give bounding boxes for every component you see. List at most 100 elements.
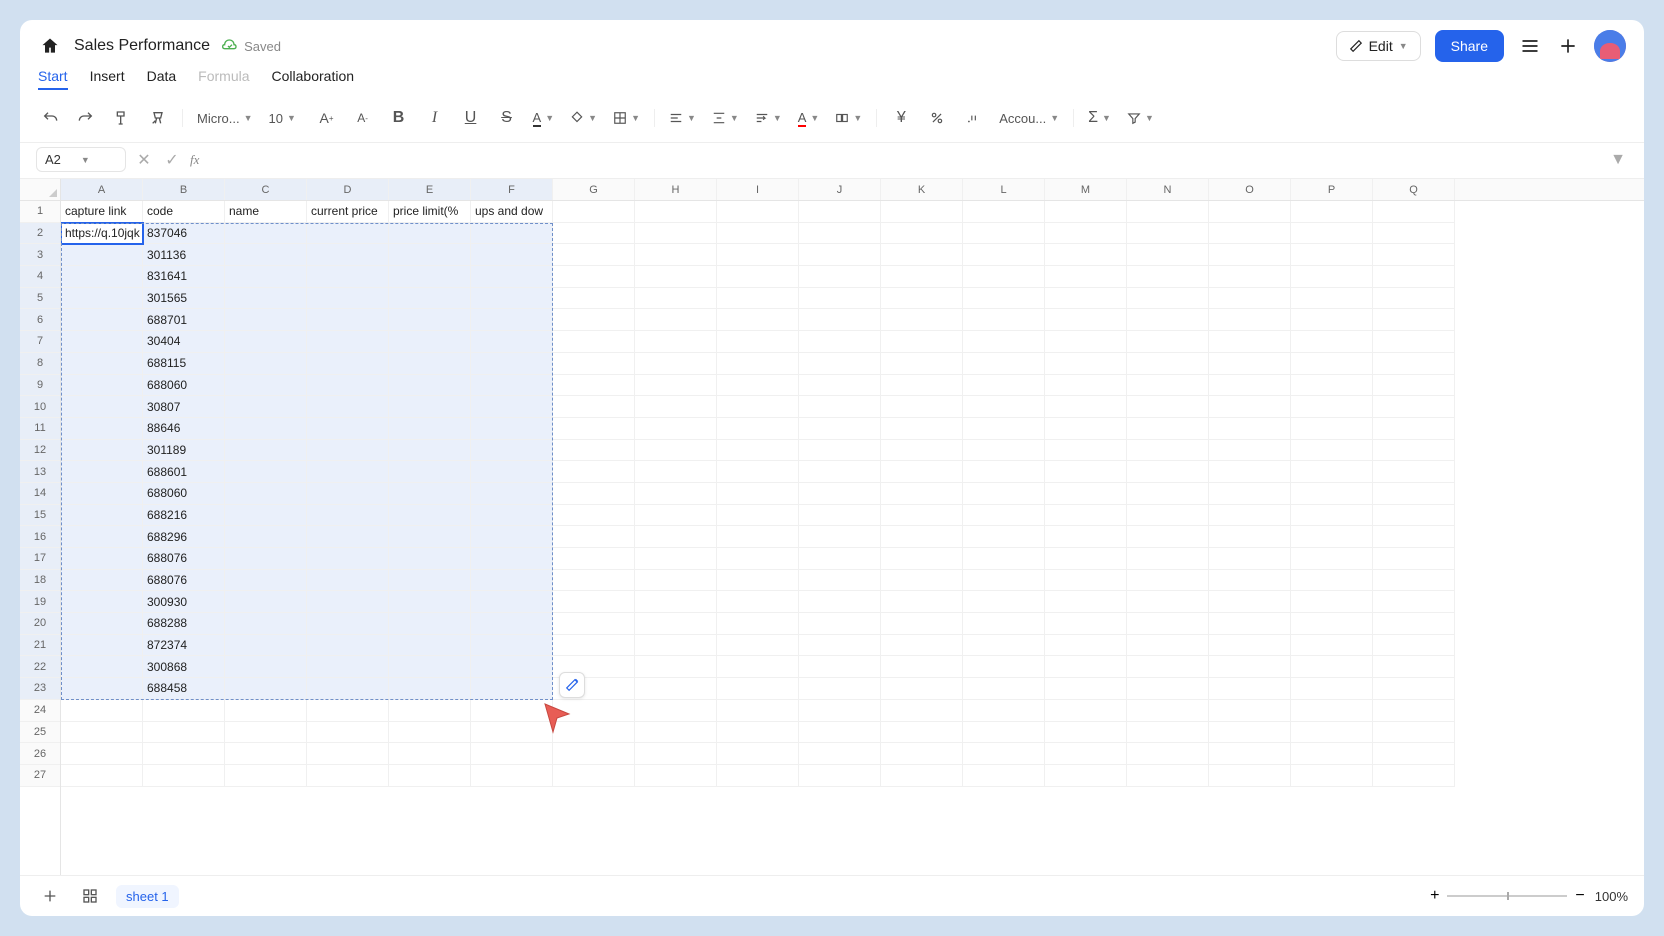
cell[interactable] <box>717 505 799 527</box>
cell[interactable] <box>1291 266 1373 288</box>
cell[interactable] <box>635 591 717 613</box>
cell[interactable] <box>225 440 307 462</box>
formula-input[interactable] <box>207 152 1600 167</box>
share-button[interactable]: Share <box>1435 30 1504 62</box>
cell[interactable] <box>1209 223 1291 245</box>
cell[interactable] <box>799 461 881 483</box>
cell[interactable] <box>553 288 635 310</box>
cell[interactable] <box>553 353 635 375</box>
cell[interactable]: 688076 <box>143 570 225 592</box>
cell[interactable] <box>799 570 881 592</box>
cell[interactable] <box>307 613 389 635</box>
grid-body[interactable]: capture linkcodenamecurrent priceprice l… <box>61 201 1644 787</box>
cell[interactable] <box>881 483 963 505</box>
cell[interactable] <box>799 526 881 548</box>
cell[interactable] <box>717 244 799 266</box>
cell[interactable] <box>1127 244 1209 266</box>
cell[interactable] <box>635 461 717 483</box>
cell[interactable] <box>61 309 143 331</box>
cell[interactable] <box>799 635 881 657</box>
cell[interactable] <box>717 201 799 223</box>
cell[interactable] <box>553 548 635 570</box>
cell[interactable] <box>553 765 635 787</box>
row-header[interactable]: 2 <box>20 223 60 245</box>
cell[interactable] <box>225 722 307 744</box>
sheet-tab[interactable]: sheet 1 <box>116 885 179 908</box>
cell[interactable] <box>1045 526 1127 548</box>
cell[interactable] <box>307 505 389 527</box>
cell[interactable] <box>1127 591 1209 613</box>
cell[interactable] <box>553 418 635 440</box>
cell[interactable] <box>1127 765 1209 787</box>
smart-fill-icon[interactable] <box>559 672 585 698</box>
cell[interactable] <box>61 418 143 440</box>
cell[interactable] <box>1045 288 1127 310</box>
cell[interactable]: 688115 <box>143 353 225 375</box>
cell[interactable] <box>881 570 963 592</box>
cell[interactable] <box>61 570 143 592</box>
col-header-K[interactable]: K <box>881 179 963 200</box>
cell[interactable] <box>553 591 635 613</box>
cell[interactable] <box>1291 375 1373 397</box>
cell[interactable] <box>471 223 553 245</box>
cell[interactable] <box>1291 656 1373 678</box>
cell[interactable] <box>1373 461 1455 483</box>
cell[interactable] <box>1373 266 1455 288</box>
font-select[interactable]: Micro...▼ <box>193 111 257 126</box>
align-horizontal-icon[interactable]: ▼ <box>665 111 700 125</box>
cell[interactable] <box>225 483 307 505</box>
cell[interactable] <box>225 548 307 570</box>
row-header[interactable]: 15 <box>20 505 60 527</box>
cell[interactable] <box>635 505 717 527</box>
cell[interactable] <box>307 396 389 418</box>
cell[interactable] <box>1373 526 1455 548</box>
cell[interactable]: 688296 <box>143 526 225 548</box>
cell[interactable] <box>553 570 635 592</box>
cell[interactable] <box>225 396 307 418</box>
cell[interactable] <box>471 244 553 266</box>
cell[interactable]: 688458 <box>143 678 225 700</box>
cell[interactable] <box>225 700 307 722</box>
cell[interactable] <box>61 526 143 548</box>
sheet-list-icon[interactable] <box>76 882 104 910</box>
cell[interactable] <box>799 309 881 331</box>
cell[interactable] <box>1045 461 1127 483</box>
row-header[interactable]: 24 <box>20 700 60 722</box>
cell[interactable] <box>963 591 1045 613</box>
cell[interactable] <box>553 526 635 548</box>
cell[interactable] <box>225 288 307 310</box>
cell[interactable] <box>1127 375 1209 397</box>
cell[interactable] <box>963 765 1045 787</box>
cell[interactable] <box>963 700 1045 722</box>
cell-reference[interactable]: A2 ▼ <box>36 147 126 172</box>
cell[interactable] <box>1291 331 1373 353</box>
cell[interactable] <box>1209 570 1291 592</box>
cell[interactable] <box>963 570 1045 592</box>
cell[interactable] <box>717 722 799 744</box>
row-header[interactable]: 12 <box>20 440 60 462</box>
cell[interactable] <box>1209 678 1291 700</box>
cell[interactable] <box>799 656 881 678</box>
cell[interactable] <box>963 418 1045 440</box>
cell[interactable] <box>553 613 635 635</box>
zoom-slider[interactable]: + − <box>1430 887 1585 905</box>
cell[interactable] <box>1291 418 1373 440</box>
cell[interactable] <box>799 591 881 613</box>
col-header-H[interactable]: H <box>635 179 717 200</box>
avatar[interactable] <box>1594 30 1626 62</box>
cell[interactable] <box>1209 483 1291 505</box>
cell[interactable] <box>553 331 635 353</box>
cell[interactable] <box>553 440 635 462</box>
zoom-level[interactable]: 100% <box>1595 889 1628 904</box>
cell[interactable] <box>389 244 471 266</box>
cell[interactable] <box>963 201 1045 223</box>
cell[interactable] <box>61 656 143 678</box>
cell[interactable] <box>1127 418 1209 440</box>
cell[interactable] <box>635 353 717 375</box>
currency-icon[interactable]: ¥ <box>887 104 915 132</box>
cell[interactable] <box>1373 440 1455 462</box>
menu-tab-collaboration[interactable]: Collaboration <box>272 68 355 90</box>
cell[interactable] <box>1291 678 1373 700</box>
cell[interactable] <box>389 223 471 245</box>
bold-icon[interactable]: B <box>385 104 413 132</box>
